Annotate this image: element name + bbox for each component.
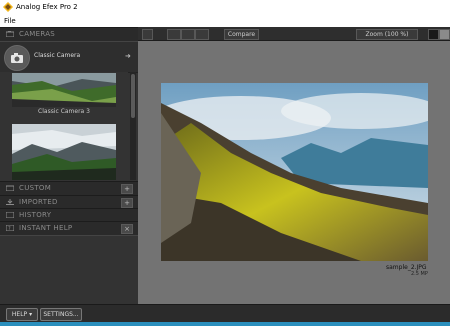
history-icon [6, 212, 14, 218]
section-label: IMPORTED [19, 198, 58, 206]
compare-button[interactable]: Compare [224, 29, 259, 40]
cameras-label: CAMERAS [19, 30, 56, 38]
import-icon [6, 199, 14, 205]
selected-camera-name: Classic Camera [34, 52, 81, 59]
settings-button[interactable]: SETTINGS... [40, 308, 82, 321]
section-custom[interactable]: CUSTOM + [0, 181, 138, 196]
window-title: Analog Efex Pro 2 [16, 3, 78, 11]
split-view-icon[interactable] [181, 29, 195, 40]
accent-strip [0, 322, 450, 326]
section-instant-help[interactable]: ? INSTANT HELP × [0, 221, 138, 236]
arrow-right-icon[interactable]: ➜ [125, 52, 131, 60]
add-custom-button[interactable]: + [121, 184, 133, 194]
preview-image[interactable] [161, 83, 428, 261]
thumbnail-preset[interactable] [12, 124, 116, 180]
cameras-header[interactable]: CAMERAS [0, 27, 138, 42]
camera-icon [6, 31, 14, 37]
image-file-size: 2.5 MP [411, 271, 428, 277]
help-label: HELP [11, 311, 28, 318]
help-button[interactable]: HELP ▾ [6, 308, 38, 321]
folder-icon [6, 185, 14, 191]
panel-toggle-icon[interactable] [142, 29, 153, 40]
app-logo-icon [3, 2, 13, 12]
menu-file[interactable]: File [4, 16, 16, 26]
thumbnail-classic-camera-3[interactable] [12, 73, 116, 107]
section-label: HISTORY [19, 211, 52, 219]
image-file-name: sample_2.JPG [386, 264, 427, 271]
zoom-dropdown[interactable]: Zoom (100 %) [356, 29, 418, 40]
thumbnail-label: Classic Camera 3 [38, 108, 90, 115]
single-view-icon[interactable] [167, 29, 181, 40]
section-label: CUSTOM [19, 184, 52, 192]
side-by-side-view-icon[interactable] [195, 29, 209, 40]
camera-badge-icon [4, 45, 30, 71]
close-help-button[interactable]: × [121, 224, 133, 234]
add-imported-button[interactable]: + [121, 198, 133, 208]
background-light-icon[interactable] [439, 29, 450, 40]
svg-text:?: ? [8, 226, 11, 231]
background-dark-icon[interactable] [428, 29, 439, 40]
section-label: INSTANT HELP [19, 224, 73, 232]
scrollbar-thumb[interactable] [131, 74, 135, 118]
menu-bar [0, 15, 450, 27]
help-icon: ? [6, 225, 14, 231]
